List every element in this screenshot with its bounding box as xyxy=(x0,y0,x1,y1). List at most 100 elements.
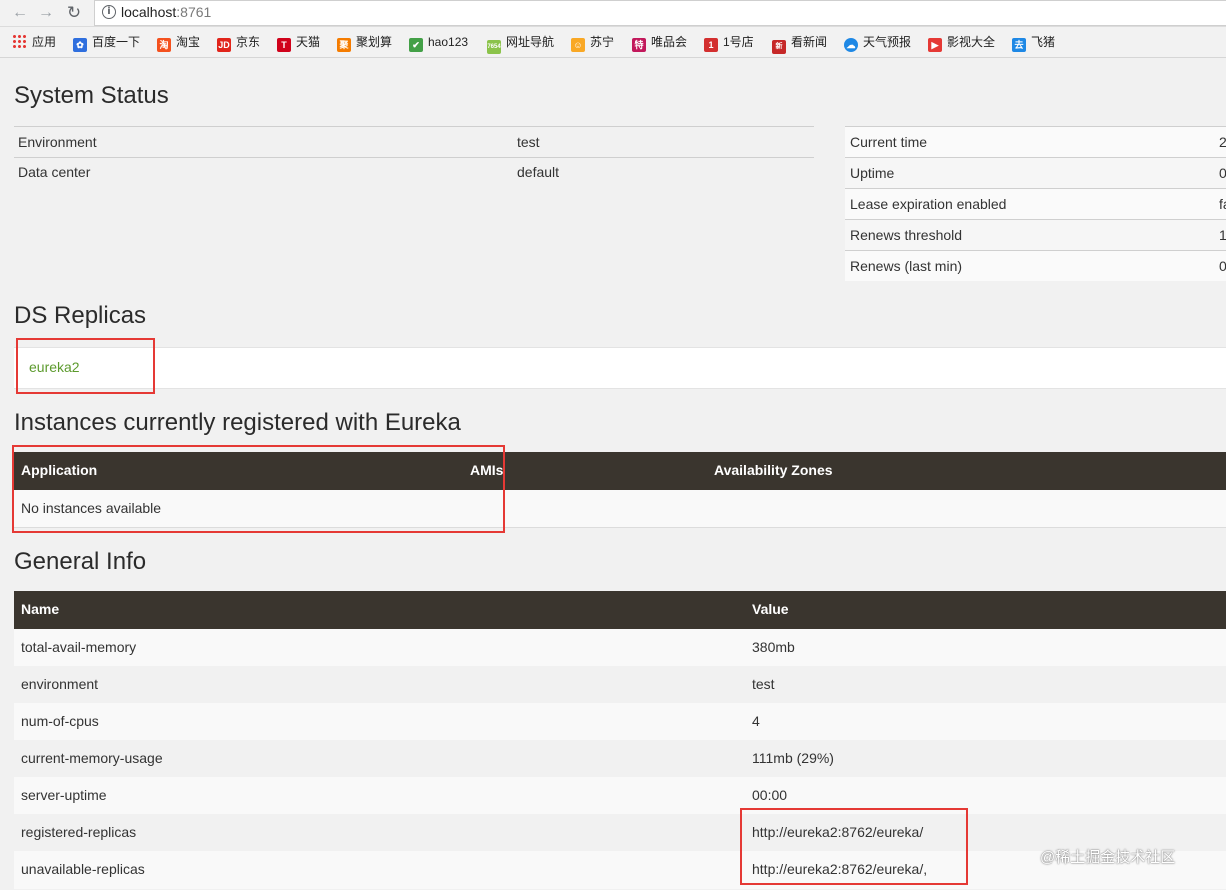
bookmark-suning[interactable]: ☺ 苏宁 xyxy=(571,34,615,52)
flypig-icon: 去 xyxy=(1012,38,1026,52)
bookmark-yhd[interactable]: 1 1号店 xyxy=(704,34,754,52)
table-row: num-of-cpus 4 xyxy=(14,703,1226,741)
bookmark-weather[interactable]: ☁ 天气预报 xyxy=(844,34,912,52)
table-row: Lease expiration enabled fa xyxy=(845,188,1226,219)
status-value: 0 xyxy=(1219,258,1226,274)
highlight-box xyxy=(740,808,968,885)
info-name: current-memory-usage xyxy=(21,750,163,766)
bookmark-label: 唯品会 xyxy=(651,35,688,49)
browser-toolbar: ← → ↻ i localhost:8761 xyxy=(0,0,1226,27)
general-info-table-header: Name Value xyxy=(14,591,1226,629)
url-text[interactable]: localhost:8761 xyxy=(121,4,211,20)
back-arrow-icon[interactable]: ← xyxy=(10,3,30,23)
bookmark-label: 苏宁 xyxy=(590,35,615,49)
status-value: test xyxy=(517,134,540,150)
bookmarks-bar: 应用 ✿ 百度一下 淘淘宝 JD 京东 T 天猫 聚聚划算 ✔ hao123 7654 网… xyxy=(0,27,1226,58)
status-key: Lease expiration enabled xyxy=(850,196,1007,212)
bookmark-juhuasuan[interactable]: 聚聚划算 xyxy=(337,34,393,52)
apps-grid-icon xyxy=(12,34,26,48)
table-row: Data center default xyxy=(14,157,814,187)
highlight-box xyxy=(16,338,155,394)
vip-icon: 特 xyxy=(632,38,646,52)
table-row: server-uptime 00:00 xyxy=(14,777,1226,815)
video-icon: ▶ xyxy=(928,38,942,52)
forward-arrow-icon[interactable]: → xyxy=(36,3,56,23)
bookmark-label: 聚划算 xyxy=(356,35,393,49)
bookmark-tmall[interactable]: T 天猫 xyxy=(277,34,321,52)
table-row: Environment test xyxy=(14,126,814,158)
table-row: Current time 2 xyxy=(845,126,1226,157)
bookmark-label: 看新闻 xyxy=(791,35,828,49)
info-name: unavailable-replicas xyxy=(21,861,145,877)
bookmark-label: 应用 xyxy=(32,35,57,49)
status-value: fa xyxy=(1219,196,1226,212)
system-status-title: System Status xyxy=(14,82,169,109)
info-name: total-avail-memory xyxy=(21,639,137,655)
bookmark-label: 天气预报 xyxy=(863,35,912,49)
status-value: default xyxy=(517,164,560,180)
url-port: :8761 xyxy=(176,4,212,20)
info-value: 380mb xyxy=(752,639,795,655)
table-row: Renews threshold 1 xyxy=(845,219,1226,250)
url-host: localhost xyxy=(121,4,177,20)
status-key: Environment xyxy=(18,134,97,150)
info-name: num-of-cpus xyxy=(21,713,99,729)
bookmark-hao123[interactable]: ✔ hao123 xyxy=(409,34,469,52)
bookmark-apps[interactable]: 应用 xyxy=(12,34,56,50)
jd-icon: JD xyxy=(217,38,231,52)
table-row: environment test xyxy=(14,666,1226,704)
bookmark-label: 飞猪 xyxy=(1031,35,1056,49)
bookmark-news[interactable]: 新看新闻 xyxy=(772,34,828,54)
tmall-icon: T xyxy=(277,38,291,52)
instances-title: Instances currently registered with Eure… xyxy=(14,409,461,436)
bookmark-label: 天猫 xyxy=(296,35,321,49)
bookmark-video[interactable]: ▶ 影视大全 xyxy=(928,34,996,52)
yhd-icon: 1 xyxy=(704,38,718,52)
bookmark-label: 网址导航 xyxy=(506,35,555,49)
bookmark-vip[interactable]: 特唯品会 xyxy=(632,34,688,52)
status-key: Renews threshold xyxy=(850,227,963,243)
info-name: environment xyxy=(21,676,99,692)
table-row: Renews (last min) 0 xyxy=(845,250,1226,281)
info-value: 4 xyxy=(752,713,760,729)
bookmark-label: 京东 xyxy=(236,35,261,49)
juhuasuan-icon: 聚 xyxy=(337,38,351,52)
bookmark-label: 影视大全 xyxy=(947,35,996,49)
address-bar[interactable]: i localhost:8761 xyxy=(94,0,1226,26)
bookmark-label: 1号店 xyxy=(723,35,754,49)
info-value: 00:00 xyxy=(752,787,788,803)
watermark-text: @稀土掘金技术社区 xyxy=(1040,849,1176,866)
reload-icon[interactable]: ↻ xyxy=(64,3,84,23)
general-info-title: General Info xyxy=(14,548,147,575)
status-value: 1 xyxy=(1219,227,1226,243)
highlight-box xyxy=(12,445,505,533)
column-header[interactable]: Availability Zones xyxy=(714,462,833,478)
bookmark-7654[interactable]: 7654 网址导航 xyxy=(487,34,555,54)
info-value: test xyxy=(752,676,775,692)
news-icon: 新 xyxy=(772,40,786,54)
bookmark-baidu[interactable]: ✿ 百度一下 xyxy=(73,34,141,52)
bookmark-label: hao123 xyxy=(428,35,469,49)
ds-replicas-title: DS Replicas xyxy=(14,302,147,329)
baidu-paw-icon: ✿ xyxy=(73,38,87,52)
status-key: Current time xyxy=(850,134,928,150)
suning-icon: ☺ xyxy=(571,38,585,52)
column-header[interactable]: Name xyxy=(21,601,59,617)
weather-icon: ☁ xyxy=(844,38,858,52)
bookmark-label: 淘宝 xyxy=(176,35,201,49)
bookmark-flypig[interactable]: 去飞猪 xyxy=(1012,34,1056,52)
bookmark-taobao[interactable]: 淘淘宝 xyxy=(157,34,201,52)
table-row: Uptime 0 xyxy=(845,157,1226,188)
replicas-list: eureka2 xyxy=(14,347,1226,389)
table-row: current-memory-usage 111mb (29%) xyxy=(14,740,1226,778)
info-value: 111mb (29%) xyxy=(752,750,834,766)
bookmark-jd[interactable]: JD 京东 xyxy=(217,34,261,52)
info-name: server-uptime xyxy=(21,787,107,803)
info-icon[interactable]: i xyxy=(102,5,116,19)
column-header[interactable]: Value xyxy=(752,601,789,617)
table-row: total-avail-memory 380mb xyxy=(14,629,1226,667)
status-value: 2 xyxy=(1219,134,1226,150)
info-name: registered-replicas xyxy=(21,824,137,840)
hao123-icon: ✔ xyxy=(409,38,423,52)
bookmark-label: 百度一下 xyxy=(92,35,141,49)
